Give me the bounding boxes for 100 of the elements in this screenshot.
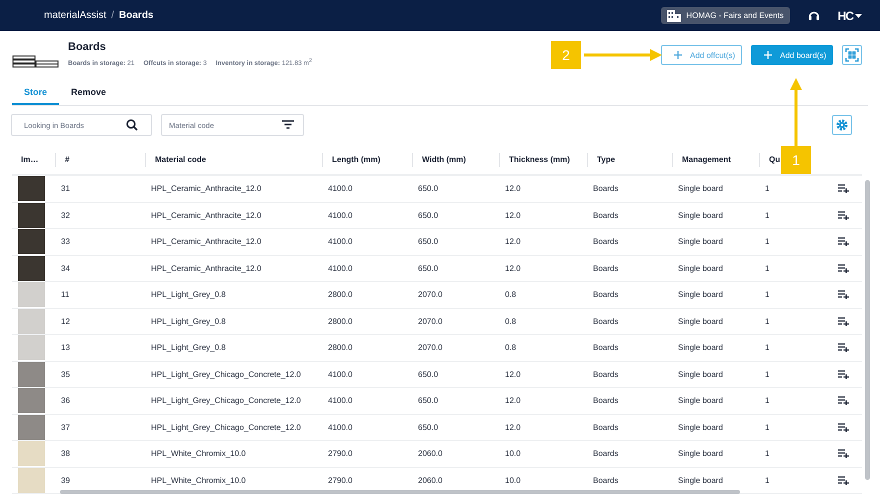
column-header[interactable]: Management bbox=[672, 153, 759, 167]
table-cell-text: 39 bbox=[60, 476, 71, 485]
table-cell-text: 4100.0 bbox=[327, 210, 354, 220]
table-cell-text: 1 bbox=[764, 449, 770, 458]
table-cell-text: Single board bbox=[677, 343, 724, 352]
table-cell-text: Boards bbox=[592, 422, 620, 432]
table-cell-text: 650.0 bbox=[417, 237, 440, 246]
table-cell-text: Boards bbox=[592, 476, 620, 485]
table-cell-text: Single board bbox=[677, 316, 724, 326]
table-cell-text: 34 bbox=[60, 264, 71, 273]
table-cell-text: 2070.0 bbox=[417, 343, 444, 352]
table-cell-text: 12.0 bbox=[504, 422, 522, 432]
table-cell-text: 12.0 bbox=[504, 184, 522, 194]
table-cell-text: 1 bbox=[764, 422, 770, 432]
table-cell-text: 1 bbox=[764, 264, 770, 273]
table-cell-text: HPL_Light_Grey_Chicago_Concrete_12.0 bbox=[150, 396, 302, 406]
table-cell-text: 4100.0 bbox=[327, 422, 354, 432]
table-cell-text: Single board bbox=[677, 370, 724, 379]
table-cell-text: HPL_Light_Grey_0.8 bbox=[150, 343, 227, 352]
table-cell-text: 2070.0 bbox=[417, 290, 444, 300]
table-cell-text: 2060.0 bbox=[417, 476, 444, 485]
column-header[interactable]: Width (mm) bbox=[412, 153, 499, 167]
table-cell-text: 2060.0 bbox=[417, 449, 444, 458]
table-cell-text: 1 bbox=[764, 316, 770, 326]
table-cell-text: Boards bbox=[592, 210, 620, 220]
section-title: Boards bbox=[68, 41, 107, 53]
table-cell-text: 12.0 bbox=[504, 237, 522, 246]
table-cell-text: HPL_Light_Grey_Chicago_Concrete_12.0 bbox=[150, 422, 302, 432]
table-cell-text: 650.0 bbox=[417, 370, 440, 379]
table-cell-text: Single board bbox=[677, 476, 724, 485]
column-header[interactable]: Im… bbox=[12, 153, 55, 167]
callout-badge: 1 bbox=[781, 146, 811, 174]
table-cell-text: 1 bbox=[764, 396, 770, 406]
table-cell-text: 38 bbox=[60, 449, 71, 458]
table-cell-text: HPL_Light_Grey_Chicago_Concrete_12.0 bbox=[150, 370, 302, 379]
table-cell-text: 2790.0 bbox=[327, 476, 354, 485]
table-cell-text: 37 bbox=[60, 422, 71, 432]
table-cell-text: 32 bbox=[60, 210, 71, 220]
table-cell-text: 650.0 bbox=[417, 396, 440, 406]
table-cell-text: 35 bbox=[60, 370, 71, 379]
column-header[interactable]: # bbox=[55, 153, 145, 167]
table-cell-text: Boards bbox=[592, 343, 620, 352]
table-cell-text: 12.0 bbox=[504, 210, 522, 220]
table-cell-text: Single board bbox=[677, 422, 724, 432]
table-cell-text: 10.0 bbox=[504, 476, 522, 485]
table-cell-text: Single board bbox=[677, 264, 724, 273]
table-cell-text: 2790.0 bbox=[327, 449, 354, 458]
breadcrumb-separator: / bbox=[111, 10, 114, 21]
table-cell-text: Single board bbox=[677, 290, 724, 300]
table-cell-text: Boards bbox=[592, 184, 620, 194]
table-cell-text: 11 bbox=[60, 290, 70, 300]
table-cell-text: 2800.0 bbox=[327, 316, 354, 326]
callout-badge: 2 bbox=[551, 41, 581, 69]
table-cell-text: 12 bbox=[60, 316, 71, 326]
table-cell-text: 2070.0 bbox=[417, 316, 444, 326]
table-cell-text: 4100.0 bbox=[327, 396, 354, 406]
table-cell-text: Single board bbox=[677, 449, 724, 458]
table-cell-text: Boards bbox=[592, 237, 620, 246]
column-header[interactable]: Thickness (mm) bbox=[499, 153, 587, 167]
table-cell-text: Single board bbox=[677, 210, 724, 220]
table-cell-text: HPL_White_Chromix_10.0 bbox=[150, 476, 247, 485]
table-cell-text: HPL_Ceramic_Anthracite_12.0 bbox=[150, 210, 262, 220]
table-cell-text: 1 bbox=[764, 237, 770, 246]
table-cell-text: Boards bbox=[592, 370, 620, 379]
tab[interactable]: Remove bbox=[59, 81, 118, 105]
table-cell-text: 36 bbox=[60, 396, 71, 406]
column-header[interactable]: Type bbox=[587, 153, 672, 167]
workspace-button[interactable]: HOMAG - Fairs and Events bbox=[661, 7, 790, 24]
table-cell-text: 650.0 bbox=[417, 264, 440, 273]
table-cell-text: 1 bbox=[764, 210, 770, 220]
table-cell-text: 10.0 bbox=[504, 449, 522, 458]
table-cell-text: 4100.0 bbox=[327, 184, 354, 194]
table-cell-text: Single board bbox=[677, 396, 724, 406]
table-cell-text: 1 bbox=[764, 476, 770, 485]
table-cell-text: Single board bbox=[677, 184, 724, 194]
table-cell-text: 4100.0 bbox=[327, 370, 354, 379]
table-cell-text: Boards bbox=[592, 396, 620, 406]
table-cell-text: HPL_Ceramic_Anthracite_12.0 bbox=[150, 184, 262, 194]
table-cell-text: 4100.0 bbox=[327, 237, 354, 246]
table-cell-text: 2800.0 bbox=[327, 290, 354, 300]
table-cell-text: Boards bbox=[592, 290, 620, 300]
table-cell-text: Boards bbox=[592, 264, 620, 273]
table-cell-text: 12.0 bbox=[504, 264, 522, 273]
page-title: Boards bbox=[119, 10, 154, 21]
column-header[interactable]: Length (mm) bbox=[322, 153, 412, 167]
table-cell-text: 13 bbox=[60, 343, 71, 352]
table-cell-text: 650.0 bbox=[417, 210, 440, 220]
table-cell-text: 0.8 bbox=[504, 290, 518, 300]
app-name[interactable]: materialAssist bbox=[44, 10, 106, 21]
table-cell-text: 12.0 bbox=[504, 370, 522, 379]
table-cell-text: HPL_White_Chromix_10.0 bbox=[150, 449, 247, 458]
table-cell-text: 2800.0 bbox=[327, 343, 354, 352]
table-cell-text: Boards bbox=[592, 449, 620, 458]
table-cell-text: HPL_Light_Grey_0.8 bbox=[150, 290, 227, 300]
table-cell-text: HPL_Light_Grey_0.8 bbox=[150, 316, 227, 326]
table-cell-text: 31 bbox=[60, 184, 71, 194]
column-header[interactable]: Material code bbox=[145, 153, 322, 167]
table-cell-text: 12.0 bbox=[504, 396, 522, 406]
table-cell-text: 1 bbox=[764, 370, 770, 379]
user-logo[interactable]: HC bbox=[838, 8, 853, 22]
